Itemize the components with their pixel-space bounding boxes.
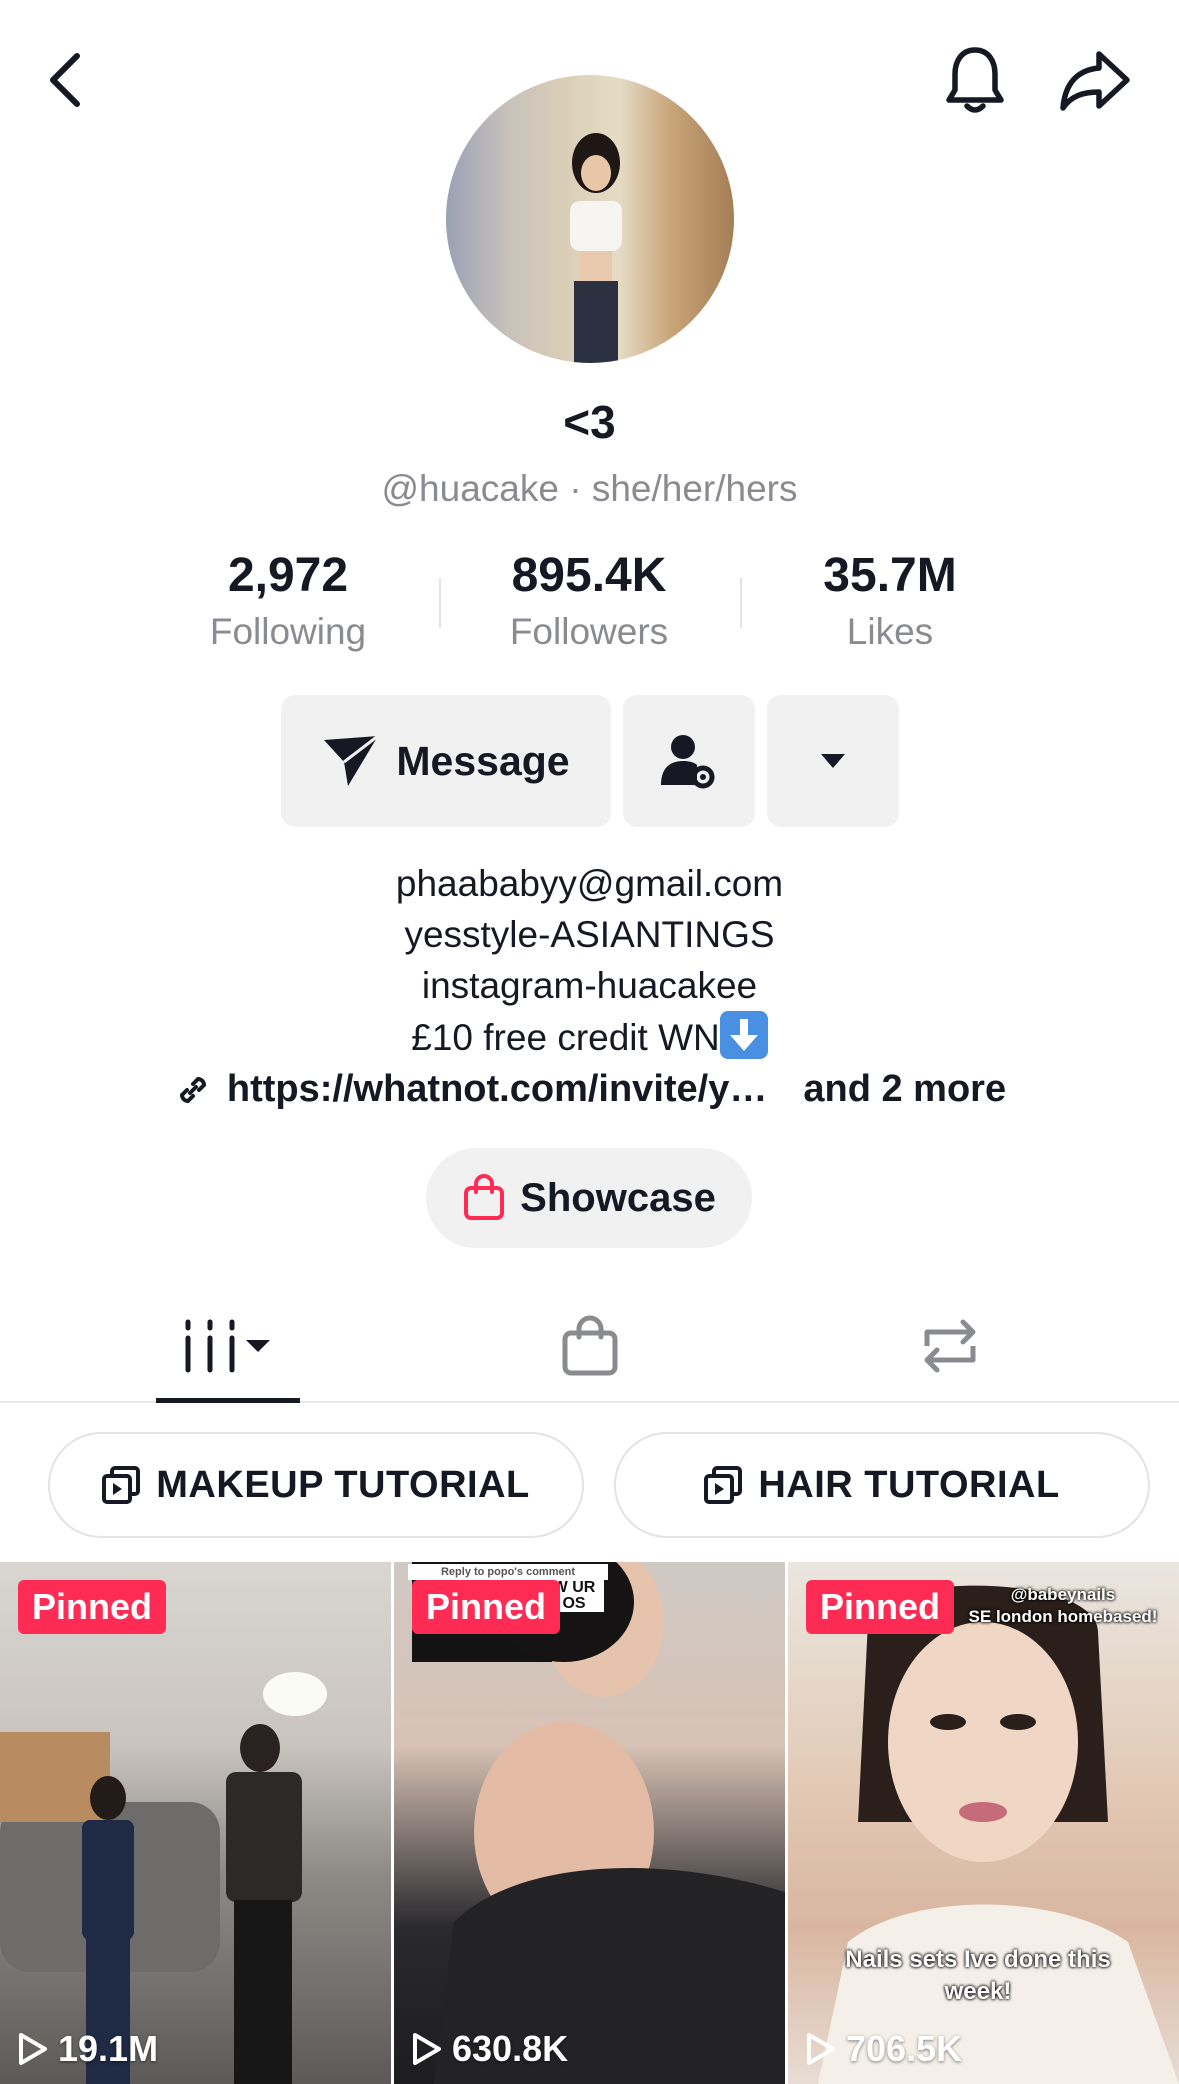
likes-label: Likes bbox=[846, 611, 934, 652]
message-label: Message bbox=[396, 737, 570, 784]
tab-reposts[interactable] bbox=[900, 1290, 1000, 1401]
play-icon bbox=[413, 2033, 441, 2065]
share-arrow-icon bbox=[1060, 51, 1130, 111]
bio-line: phaababyy@gmail.com bbox=[395, 863, 784, 904]
stat-followers[interactable]: 895.4K Followers bbox=[439, 548, 739, 653]
video-thumbnail[interactable]: @babeynails SE london homebased! Nails s… bbox=[788, 1562, 1179, 2084]
profile-stats: 2,972 Following 895.4K Followers 35.7M L… bbox=[0, 548, 1179, 658]
share-button[interactable] bbox=[1050, 38, 1140, 122]
thumbnail-scene bbox=[412, 1562, 785, 2084]
video-thumbnail[interactable]: Pinned 19.1M bbox=[0, 1562, 391, 2084]
playlist-label: MAKEUP TUTORIAL bbox=[156, 1463, 530, 1506]
bio-line-4: £10 free credit WN bbox=[0, 1011, 1179, 1063]
video-caption: Nails sets Ive done this week! bbox=[845, 1946, 1111, 2005]
friend-settings-button[interactable] bbox=[623, 695, 755, 827]
play-icon bbox=[19, 2033, 47, 2065]
view-count-label: 19.1M bbox=[58, 2028, 159, 2069]
pinned-badge: Pinned bbox=[18, 1580, 167, 1634]
tab-shop[interactable] bbox=[540, 1290, 640, 1401]
video-grid-icon bbox=[185, 1319, 270, 1372]
send-icon bbox=[324, 734, 380, 786]
playlist-hair-tutorial[interactable]: HAIR TUTORIAL bbox=[614, 1432, 1150, 1538]
caret-down-icon bbox=[821, 754, 845, 768]
following-count: 2,972 bbox=[227, 549, 349, 602]
stat-likes[interactable]: 35.7M Likes bbox=[740, 548, 1040, 653]
bell-icon bbox=[946, 47, 1004, 113]
bio-link[interactable]: https://whatnot.com/invite/y… bbox=[227, 1068, 767, 1111]
profile-avatar[interactable] bbox=[446, 75, 734, 363]
playlist-icon bbox=[704, 1466, 743, 1504]
user-gear-icon bbox=[661, 735, 715, 789]
bio-line: yesstyle-ASIANTINGS bbox=[404, 914, 775, 955]
profile-tabs bbox=[0, 1290, 1179, 1403]
shopping-bag-icon bbox=[562, 1315, 618, 1375]
bio-link-row: https://whatnot.com/invite/y… and 2 more bbox=[0, 1068, 1179, 1111]
playlists: MAKEUP TUTORIAL HAIR TUTORIAL bbox=[0, 1432, 1179, 1538]
chevron-left-icon bbox=[50, 53, 80, 107]
profile-actions: Message bbox=[0, 695, 1179, 827]
followers-label: Followers bbox=[509, 611, 669, 652]
followers-count: 895.4K bbox=[511, 549, 667, 602]
video-grid: Pinned 19.1M Reply to popo's comment W U… bbox=[0, 1562, 1179, 2084]
more-options-button[interactable] bbox=[767, 695, 899, 827]
playlist-makeup-tutorial[interactable]: MAKEUP TUTORIAL bbox=[48, 1432, 584, 1538]
message-button[interactable]: Message bbox=[281, 695, 611, 827]
view-count-label: 630.8K bbox=[452, 2028, 569, 2069]
active-tab-indicator bbox=[156, 1398, 300, 1403]
back-button[interactable] bbox=[30, 40, 100, 120]
thumbnail-scene bbox=[0, 1672, 327, 2084]
down-arrow-emoji-icon bbox=[719, 1011, 768, 1059]
tab-videos[interactable] bbox=[156, 1290, 300, 1403]
showcase-label: Showcase bbox=[520, 1175, 716, 1220]
playlist-label: HAIR TUTORIAL bbox=[758, 1463, 1060, 1506]
likes-count: 35.7M bbox=[823, 549, 957, 602]
view-count: 19.1M bbox=[18, 2028, 158, 2070]
following-label: Following bbox=[209, 611, 367, 652]
bio: phaababyy@gmail.com yesstyle-ASIANTINGS … bbox=[0, 858, 1179, 1063]
view-count: 706.5K bbox=[806, 2028, 962, 2070]
bio-line: instagram-huacakee bbox=[421, 965, 758, 1006]
pinned-badge: Pinned bbox=[412, 1580, 561, 1634]
more-links[interactable]: and 2 more bbox=[803, 1068, 1006, 1111]
notifications-button[interactable] bbox=[935, 38, 1015, 122]
play-icon bbox=[807, 2033, 835, 2065]
display-name: <3 bbox=[563, 396, 616, 448]
stat-following[interactable]: 2,972 Following bbox=[138, 548, 438, 653]
video-thumbnail[interactable]: Reply to popo's comment W UR OS Pinned 6… bbox=[394, 1562, 785, 2084]
video-caption: Reply to popo's comment bbox=[408, 1564, 608, 1580]
video-caption: @babeynails SE london homebased! bbox=[968, 1585, 1158, 1626]
playlist-icon bbox=[102, 1466, 141, 1504]
bio-line-text: £10 free credit WN bbox=[411, 1017, 720, 1058]
repost-icon bbox=[924, 1319, 976, 1372]
view-count-label: 706.5K bbox=[846, 2028, 963, 2069]
view-count: 630.8K bbox=[412, 2028, 568, 2070]
showcase-button[interactable]: Showcase bbox=[426, 1148, 752, 1248]
link-icon bbox=[179, 1076, 206, 1103]
pinned-badge: Pinned bbox=[806, 1580, 955, 1634]
avatar-figure bbox=[570, 133, 622, 363]
username-pronouns: @huacake · she/her/hers bbox=[381, 468, 798, 509]
shopping-bag-icon bbox=[464, 1174, 505, 1220]
